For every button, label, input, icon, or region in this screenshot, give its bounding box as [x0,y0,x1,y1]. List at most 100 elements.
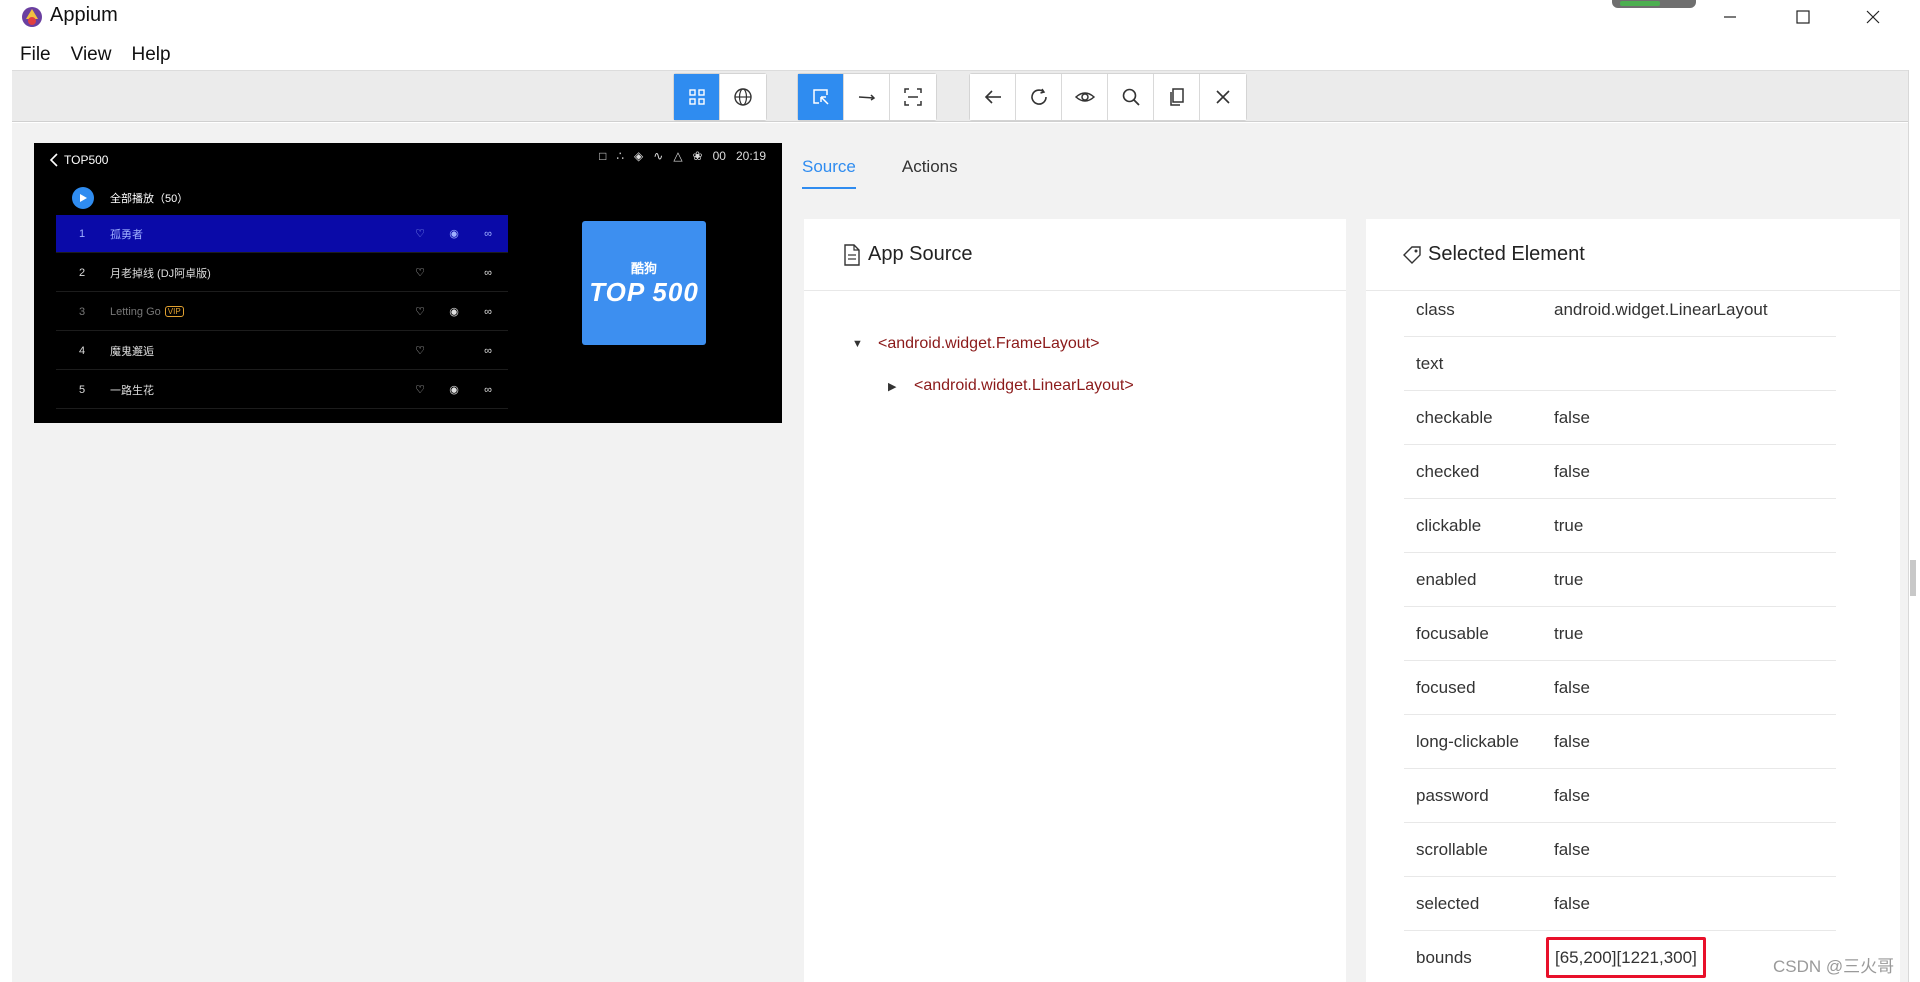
search-elements-button[interactable] [1108,74,1154,120]
playlist-cover[interactable]: 酷狗 TOP 500 [582,221,706,345]
attr-value: true [1554,569,1584,589]
song-title-text: Letting Go [110,305,161,318]
attr-name: checked [1416,461,1480,481]
song-title: 孤勇者 [110,226,410,242]
empty-slot [444,265,464,281]
attr-name: scrollable [1416,839,1488,859]
search-icon [1122,88,1140,106]
toggle-visibility-button[interactable] [1062,74,1108,120]
menu-bar: File View Help [0,40,1920,70]
attr-row-checked: checked false [1404,445,1836,499]
tree-node-linearlayout[interactable]: ▶ <android.widget.LinearLayout> [888,365,1346,407]
attr-name: class [1416,299,1455,319]
song-title-text: 一路生花 [110,384,154,397]
play-icon [72,187,94,209]
back-button[interactable] [970,74,1016,120]
attr-row-class: class android.widget.LinearLayout [1404,283,1836,337]
link-icon[interactable]: ∞ [478,382,498,398]
mv-icon[interactable]: ◉ [444,304,464,320]
scrollbar-thumb[interactable] [1910,560,1916,596]
attr-row-focusable: focusable true [1404,607,1836,661]
attr-name: selected [1416,893,1480,913]
attr-row-password: password false [1404,769,1836,823]
swipe-button[interactable] [844,74,890,120]
file-icon [844,243,860,266]
heart-icon[interactable]: ♡ [410,304,430,320]
close-window-button[interactable] [1838,0,1908,34]
heart-icon[interactable]: ♡ [410,382,430,398]
minimize-button[interactable] [1695,0,1765,34]
attr-row-scrollable: scrollable false [1404,823,1836,877]
song-row[interactable]: 2 月老掉线 (DJ阿卓版) ♡ ∞ [56,254,508,292]
status-time: 20:19 [735,149,766,163]
window-right-edge [1908,70,1920,982]
cover-subtitle: 酷狗 [630,261,657,276]
selected-element-panel: Selected Element class android.widget.Lin… [1366,219,1900,982]
song-title-text: 孤勇者 [110,228,143,241]
song-row[interactable]: 1 孤勇者 ♡ ◉ ∞ [56,215,508,253]
attr-value: false [1554,407,1590,427]
inspector-tabs: Source Actions [802,157,958,189]
selected-element-header: Selected Element [1366,219,1900,291]
window-title: Appium [50,4,118,26]
heart-icon[interactable]: ♡ [410,343,430,359]
bluetooth-status-icon: ◈ [634,149,644,163]
link-icon[interactable]: ∞ [478,343,498,359]
empty-slot [444,343,464,359]
back-icon [984,90,1001,104]
song-row[interactable]: 4 魔鬼邂逅 ♡ ∞ [56,332,508,370]
native-mode-button[interactable] [674,74,720,120]
maximize-button[interactable] [1768,0,1838,34]
song-title: Letting Go VIP [110,306,410,318]
mv-icon[interactable]: ◉ [444,382,464,398]
tab-actions[interactable]: Actions [902,157,958,189]
tap-coordinates-button[interactable] [890,74,936,120]
song-actions: ♡ ◉ ∞ [410,226,498,242]
play-all-row[interactable]: 全部播放（50） [72,187,188,209]
song-title: 魔鬼邂逅 [110,343,410,359]
menu-view[interactable]: View [71,44,112,66]
link-icon[interactable]: ∞ [478,265,498,281]
device-back-label: TOP500 [64,153,109,167]
attr-value: false [1554,785,1590,805]
copy-icon [1169,88,1184,106]
title-bar: Appium [0,0,1920,34]
attr-name: focusable [1416,623,1489,643]
caret-down-icon[interactable]: ▼ [852,338,878,350]
attr-value: false [1554,893,1590,913]
selected-element-title: Selected Element [1428,243,1585,265]
song-actions: ♡ ◉ ∞ [410,304,498,320]
tab-source[interactable]: Source [802,157,856,189]
link-icon[interactable]: ∞ [478,304,498,320]
interaction-mode-group [797,73,937,121]
heart-icon[interactable]: ♡ [410,265,430,281]
inspector-toolbar [12,70,1908,122]
attr-name: enabled [1416,569,1477,589]
caret-right-icon[interactable]: ▶ [888,380,914,393]
bounds-highlight: [65,200][1221,300] [1546,937,1706,978]
device-status-bar: □ ∴ ◈ ∿ △ ❀ 00 20:19 [599,149,766,163]
attr-value: false [1554,839,1590,859]
close-icon [1866,10,1880,24]
song-row[interactable]: 5 一路生花 ♡ ◉ ∞ [56,371,508,409]
heart-icon[interactable]: ♡ [410,226,430,242]
mv-icon[interactable]: ◉ [444,226,464,242]
cover-title: TOP 500 [589,277,699,307]
attr-name: long-clickable [1416,731,1519,751]
select-elements-button[interactable] [798,74,844,120]
recording-indicator [1612,0,1696,8]
globe-icon [734,88,752,106]
tree-node-framelayout[interactable]: ▼ <android.widget.FrameLayout> [852,323,1346,365]
link-icon[interactable]: ∞ [478,226,498,242]
web-mode-button[interactable] [720,74,766,120]
song-row[interactable]: 3 Letting Go VIP ♡ ◉ ∞ [56,293,508,331]
device-screenshot[interactable]: TOP500 □ ∴ ◈ ∿ △ ❀ 00 20:19 全部播放（50） 1 孤… [34,143,782,423]
menu-file[interactable]: File [20,44,51,66]
menu-help[interactable]: Help [131,44,170,66]
quit-session-button[interactable] [1200,74,1246,120]
refresh-button[interactable] [1016,74,1062,120]
device-back-nav[interactable]: TOP500 [48,153,108,167]
select-element-icon [812,89,829,105]
copy-xml-button[interactable] [1154,74,1200,120]
vip-badge: VIP [164,306,184,317]
